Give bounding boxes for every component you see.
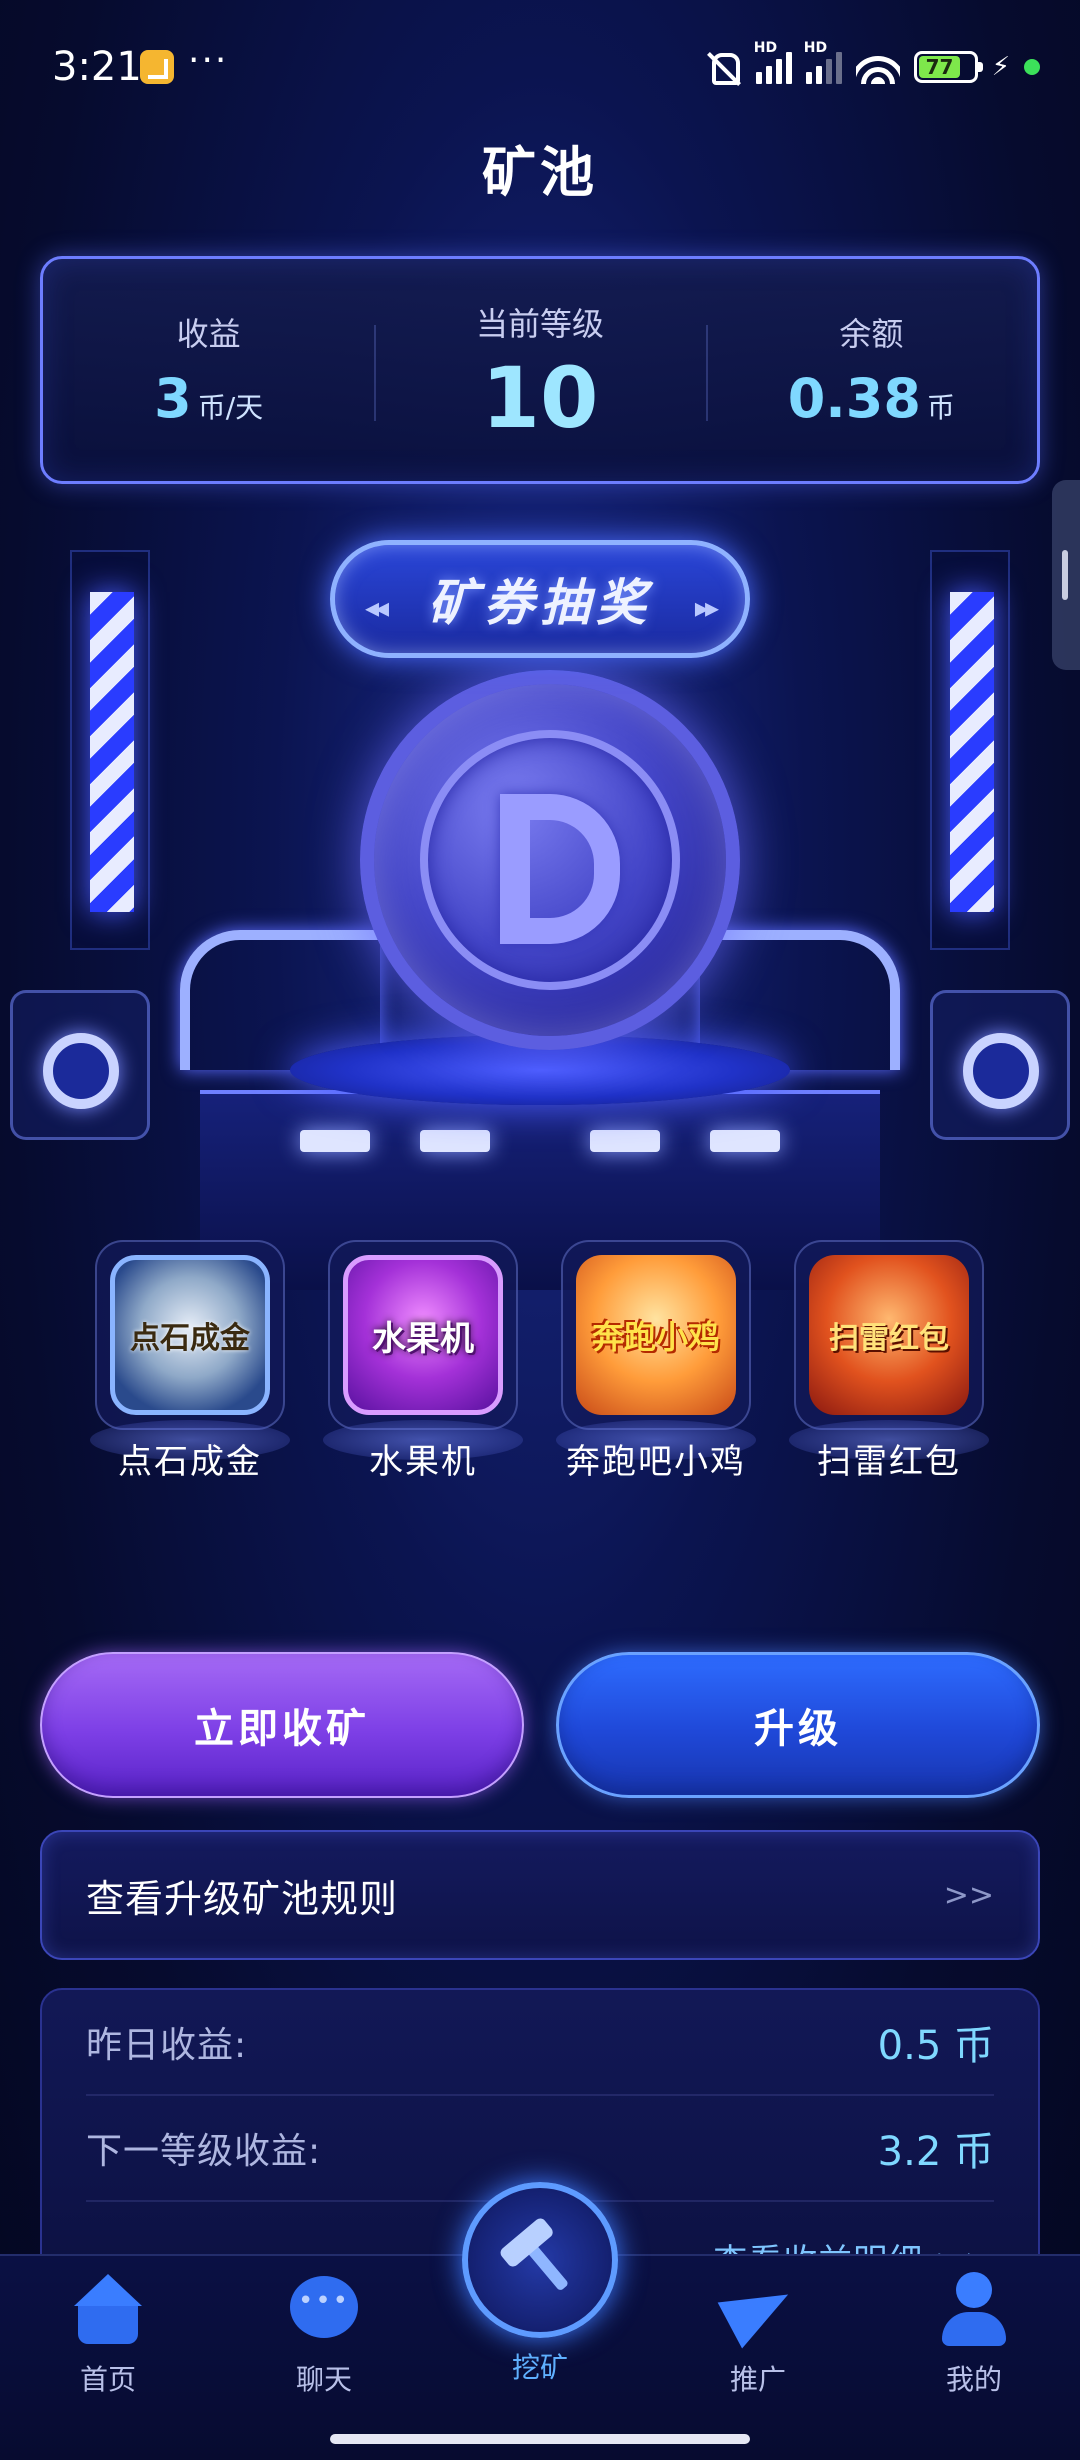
game-tile[interactable]: 扫雷红包: [794, 1240, 984, 1430]
podium-light: [590, 1130, 660, 1152]
yesterday-earnings-row: 昨日收益: 0.5 币: [86, 1990, 994, 2096]
game-tile[interactable]: 点石成金: [95, 1240, 285, 1430]
wifi-icon: [855, 50, 900, 84]
battery-level: 77: [918, 55, 961, 79]
home-icon: [70, 2272, 146, 2348]
signal-icon: HD: [804, 40, 842, 84]
nav-item-mining[interactable]: 挖矿: [462, 2182, 618, 2386]
home-indicator[interactable]: [330, 2434, 750, 2444]
game-tile[interactable]: 水果机: [328, 1240, 518, 1430]
arrows-right-icon: ▸▸: [694, 591, 719, 624]
yesterday-earnings-label: 昨日收益:: [86, 2025, 248, 2066]
mute-icon: [704, 49, 742, 85]
mining-tab-button[interactable]: [462, 2182, 618, 2338]
minesweeper-red-packet-game-icon: 扫雷红包: [809, 1255, 969, 1415]
gold-stone-game-icon: 点石成金: [110, 1255, 270, 1415]
user-icon: [936, 2272, 1012, 2348]
game-item[interactable]: 奔跑小鸡 奔跑吧小鸡: [546, 1240, 766, 1483]
machine-left: [10, 990, 150, 1140]
double-chevron-right-icon: >>: [943, 1877, 994, 1913]
hammer-icon: [491, 2211, 590, 2310]
light-pillar-right: [930, 550, 1010, 950]
level-stat: 当前等级 10: [374, 259, 705, 481]
nav-label: 我的: [945, 2363, 1002, 2396]
machine-right: [930, 990, 1070, 1140]
level-label: 当前等级: [475, 305, 604, 343]
collect-mining-button[interactable]: 立即收矿: [40, 1652, 524, 1798]
upgrade-button[interactable]: 升级: [556, 1652, 1040, 1798]
games-row: 点石成金 点石成金 水果机 水果机 奔跑小鸡 奔跑吧小鸡 扫雷红包 扫雷红包: [0, 1240, 1080, 1500]
battery-icon: 77: [913, 51, 983, 83]
income-stat: 收益 3 币/天: [43, 259, 374, 481]
podium-light: [710, 1130, 780, 1152]
game-label: 扫雷红包: [817, 1442, 961, 1482]
income-value: 3: [154, 367, 192, 430]
mining-coin-icon: [360, 670, 740, 1050]
game-label: 水果机: [369, 1442, 477, 1482]
balance-value-group: 0.38 币: [706, 367, 1037, 430]
page-title: 矿池: [482, 141, 598, 204]
status-time: 3:21: [52, 44, 142, 90]
charging-icon: ⚡: [991, 52, 1010, 82]
balance-unit: 币: [926, 391, 955, 424]
level-value: 10: [481, 349, 599, 447]
paper-plane-icon: [720, 2272, 796, 2348]
lottery-button[interactable]: ◂◂ 矿券抽奖 ▸▸: [330, 540, 750, 658]
game-item[interactable]: 点石成金 点石成金: [80, 1240, 300, 1483]
nav-item-chat[interactable]: 聊天: [244, 2272, 404, 2398]
nav-label: 首页: [79, 2363, 136, 2396]
arrows-left-icon: ◂◂: [365, 591, 389, 624]
status-bar: 3:21 ··· HD HD 77 ⚡: [0, 0, 1080, 130]
nav-label: 聊天: [295, 2363, 352, 2396]
game-tile[interactable]: 奔跑小鸡: [561, 1240, 751, 1430]
nav-item-home[interactable]: 首页: [28, 2272, 188, 2398]
podium-light: [420, 1130, 490, 1152]
income-label: 收益: [176, 315, 241, 353]
running-chick-game-icon: 奔跑小鸡: [576, 1255, 736, 1415]
game-label: 点石成金: [118, 1442, 262, 1482]
game-item[interactable]: 水果机 水果机: [313, 1240, 533, 1483]
balance-stat: 余额 0.38 币: [705, 259, 1037, 481]
yesterday-earnings-value: 0.5 币: [877, 2023, 994, 2069]
bottom-nav: 首页 聊天 挖矿 推广 我的: [0, 2182, 1080, 2460]
hd-badge: HD: [753, 40, 778, 56]
nav-label: 推广: [729, 2363, 786, 2396]
next-level-earnings-label: 下一等级收益:: [86, 2131, 322, 2172]
balance-label: 余额: [839, 315, 904, 353]
lottery-label: 矿券抽奖: [428, 574, 652, 632]
nav-label: 挖矿: [511, 2351, 568, 2384]
signal-icon: HD: [754, 40, 792, 84]
nav-item-me[interactable]: 我的: [894, 2272, 1054, 2398]
hd-badge: HD: [803, 40, 828, 56]
privacy-indicator-icon: [1024, 59, 1040, 75]
game-label: 奔跑吧小鸡: [566, 1442, 746, 1482]
status-icons: HD HD 77 ⚡: [704, 40, 1040, 90]
stats-card: 收益 3 币/天 当前等级 10 余额 0.38 币: [40, 256, 1040, 484]
fruit-machine-game-icon: 水果机: [343, 1255, 503, 1415]
chat-icon: [286, 2272, 362, 2348]
podium-light: [300, 1130, 370, 1152]
note-icon: [140, 50, 174, 84]
more-notifications-icon: ···: [188, 40, 229, 81]
next-level-earnings-value: 3.2 币: [877, 2129, 994, 2175]
rules-label: 查看升级矿池规则: [86, 1876, 399, 1921]
income-value-group: 3 币/天: [43, 367, 374, 430]
light-pillar-left: [70, 550, 150, 950]
upgrade-rules-link[interactable]: 查看升级矿池规则 >>: [40, 1830, 1040, 1960]
nav-item-promote[interactable]: 推广: [678, 2272, 838, 2398]
balance-value: 0.38: [787, 367, 921, 430]
level-value-group: 10: [374, 349, 705, 447]
income-unit: 币/天: [197, 391, 264, 424]
game-item[interactable]: 扫雷红包 扫雷红包: [779, 1240, 999, 1483]
